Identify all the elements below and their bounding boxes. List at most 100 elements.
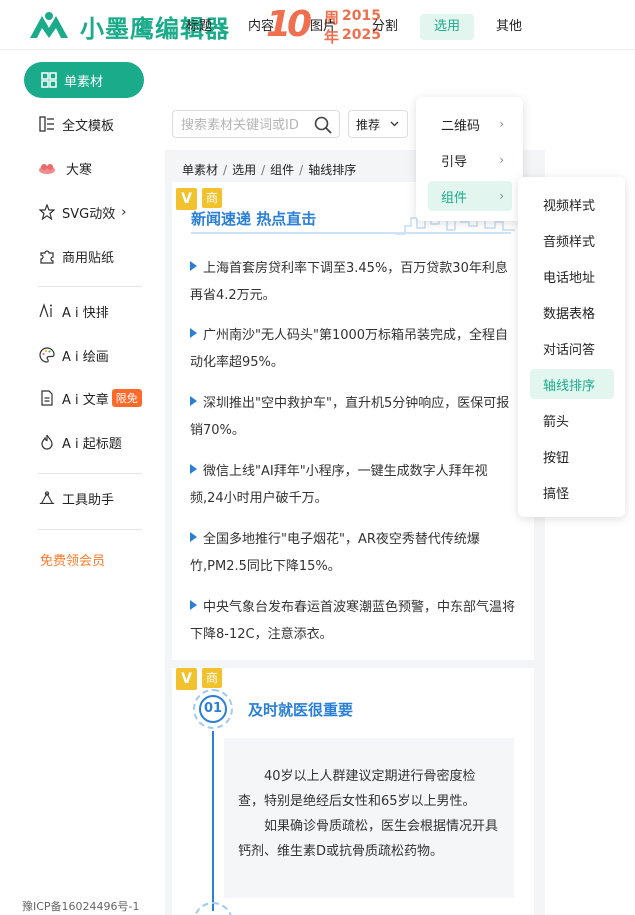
triangle-bullet-icon [190, 600, 197, 610]
chevron-right-icon: › [499, 153, 504, 167]
axis-paragraph: 40岁以上人群建议定期进行骨密度检查，特别是绝经后女性和65岁以上男性。 [238, 769, 476, 809]
sidebar-item-label: 单素材 [64, 74, 104, 90]
menu-item-label: 引导 [441, 154, 468, 170]
axis-step-title: 及时就医很重要 [248, 701, 354, 719]
news-item-text: 中央气象台发布春运首波寒潮蓝色预警，中东部气温将下降8-12C，注意添衣。 [190, 600, 516, 642]
triangle-bullet-icon [190, 396, 197, 406]
sidebar-item-label: A i 绘画 [62, 349, 109, 365]
submenu-item-dialog[interactable]: 对话问答 [530, 333, 614, 363]
palette-icon [38, 346, 56, 364]
triangle-bullet-icon [190, 464, 197, 474]
breadcrumb-item[interactable]: 单素材 [182, 163, 218, 177]
menu-item-guide[interactable]: 引导 › [428, 145, 512, 175]
flame-icon [38, 433, 56, 451]
tab-content[interactable]: 内容 [246, 14, 276, 40]
sidebar-item-label: A i 快排 [62, 305, 109, 321]
sidebar-item-label: A i 文章 [62, 392, 109, 408]
tab-title[interactable]: 标题 [184, 14, 214, 40]
sort-select[interactable]: 推荐 [348, 110, 408, 138]
submenu-item-data-table[interactable]: 数据表格 [530, 297, 614, 327]
sidebar-item-tools[interactable]: 工具助手 [24, 480, 144, 516]
sidebar-item-label: A i 起标题 [62, 436, 122, 452]
triangle-bullet-icon [190, 532, 197, 542]
v-badge: V [176, 668, 197, 690]
news-item-text: 全国多地推行"电子烟花"，AR夜空秀替代传统爆竹,PM2.5同比下降15%。 [190, 532, 480, 574]
sidebar-item-ai-title[interactable]: A i 起标题 [24, 424, 144, 460]
sidebar-divider [38, 473, 142, 474]
sidebar-item-full-template[interactable]: 全文模板 [24, 106, 144, 142]
v-badge: V [176, 188, 197, 210]
submenu-item-funny[interactable]: 搞怪 [530, 477, 614, 507]
star-icon [38, 203, 56, 221]
submenu-item-audio[interactable]: 音频样式 [530, 225, 614, 255]
chevron-right-icon: › [499, 189, 504, 203]
tab-other[interactable]: 其他 [494, 14, 524, 40]
free-vip-link[interactable]: 免费领会员 [40, 550, 105, 569]
sidebar-item-dahan[interactable]: 大寒 [24, 150, 144, 186]
ai-layout-icon [38, 302, 56, 320]
menu-item-qrcode[interactable]: 二维码 › [428, 109, 512, 139]
step-number: 01 [199, 695, 227, 723]
search-box [172, 110, 340, 138]
logo-icon[interactable] [28, 10, 70, 40]
chevron-down-icon [390, 121, 399, 127]
document-icon [38, 389, 56, 407]
news-item: 中央气象台发布春运首波寒潮蓝色预警，中东部气温将下降8-12C，注意添衣。 [190, 594, 520, 648]
news-item: 深圳推出"空中救护车"，直升机5分钟响应，医保可报销70%。 [190, 390, 520, 444]
step-number-circle: 01 [193, 689, 233, 729]
sidebar-item-single-material[interactable]: 单素材 [24, 62, 144, 98]
news-item: 微信上线"AI拜年"小程序，一键生成数字人拜年视频,24小时用户破千万。 [190, 458, 520, 512]
sidebar-item-svg-animation[interactable]: SVG动效 › [24, 194, 144, 230]
sidebar-item-label: SVG动效 [62, 206, 116, 222]
triangle-bullet-icon [190, 261, 197, 271]
breadcrumb-item[interactable]: 选用 [232, 163, 256, 177]
news-item: 全国多地推行"电子烟花"，AR夜空秀替代传统爆竹,PM2.5同比下降15%。 [190, 526, 520, 580]
news-title-underline [191, 232, 511, 234]
axis-paragraph: 如果确诊骨质疏松，医生会根据情况开具钙剂、维生素D或抗骨质疏松药物。 [238, 819, 499, 859]
search-input[interactable] [181, 116, 311, 134]
tab-divider[interactable]: 分割 [370, 14, 400, 40]
sidebar-item-label: 工具助手 [62, 492, 115, 508]
breadcrumb-item[interactable]: 组件 [270, 163, 294, 177]
commercial-badge: 商 [202, 188, 222, 208]
triangle-bullet-icon [190, 328, 197, 338]
news-item-text: 上海首套房贷利率下调至3.45%，百万贷款30年利息再省4.2万元。 [190, 261, 508, 303]
search-icon[interactable] [313, 115, 333, 135]
breadcrumb: 单素材 / 选用 / 组件 / 轴线排序 [182, 163, 357, 177]
category-tabs [165, 50, 545, 100]
sidebar-divider [38, 529, 142, 530]
submenu-item-arrow[interactable]: 箭头 [530, 405, 614, 435]
submenu-item-axis-sort[interactable]: 轴线排序 [530, 369, 614, 399]
menu-item-label: 二维码 [441, 118, 481, 134]
submenu-item-button[interactable]: 按钮 [530, 441, 614, 471]
tab-image[interactable]: 图片 [308, 14, 338, 40]
news-item: 广州南沙"无人码头"第1000万标箱吊装完成，全程自动化率超95%。 [190, 322, 520, 376]
submenu-item-phone-address[interactable]: 电话地址 [530, 261, 614, 291]
timeline-axis [212, 731, 214, 911]
tab-select[interactable]: 选用 [420, 14, 474, 40]
sidebar-item-ai-layout[interactable]: A i 快排 [24, 293, 144, 329]
grid-icon [40, 71, 58, 89]
breadcrumb-item[interactable]: 轴线排序 [308, 163, 356, 177]
news-item-text: 广州南沙"无人码头"第1000万标箱吊装完成，全程自动化率超95%。 [190, 328, 509, 370]
menu-item-label: 组件 [441, 190, 468, 206]
news-item: 上海首套房贷利率下调至3.45%，百万贷款30年利息再省4.2万元。 [190, 255, 520, 309]
select-dropdown-menu: 二维码 › 引导 › 组件 › [416, 97, 523, 221]
icp-record[interactable]: 豫ICP备16024496号-1 [22, 898, 140, 914]
news-card-title: 新闻速递 热点直击 [191, 210, 317, 228]
sidebar-item-ai-drawing[interactable]: A i 绘画 [24, 337, 144, 373]
sort-select-value: 推荐 [356, 117, 381, 132]
submenu-item-video[interactable]: 视频样式 [530, 189, 614, 219]
sidebar-item-sticker[interactable]: 商用贴纸 [24, 238, 144, 274]
menu-item-component[interactable]: 组件 › [428, 181, 512, 211]
axis-step-content: 40岁以上人群建议定期进行骨密度检查，特别是绝经后女性和65岁以上男性。 如果确… [224, 738, 514, 898]
chevron-right-icon: › [499, 117, 504, 131]
sidebar-item-label: 商用贴纸 [62, 250, 115, 266]
puzzle-icon [38, 247, 56, 265]
component-submenu: 视频样式 音频样式 电话地址 数据表格 对话问答 轴线排序 箭头 按钮 搞怪 [518, 177, 625, 517]
news-item-text: 微信上线"AI拜年"小程序，一键生成数字人拜年视频,24小时用户破千万。 [190, 464, 488, 506]
chevron-right-icon: › [121, 204, 127, 220]
festival-icon [38, 159, 56, 177]
sidebar-item-ai-article[interactable]: A i 文章 限免 [24, 380, 144, 416]
commercial-badge: 商 [202, 668, 222, 688]
